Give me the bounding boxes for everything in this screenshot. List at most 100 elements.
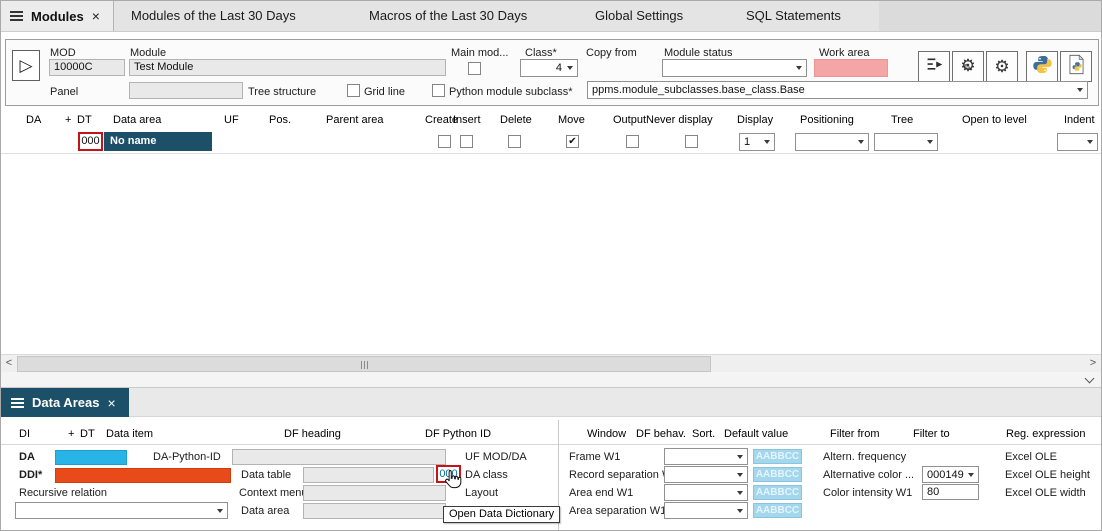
- alternative-color-dropdown[interactable]: 000149: [922, 466, 979, 483]
- col-df-behav: DF behav.: [636, 428, 686, 440]
- tab-bar: Modules × Modules of the Last 30 Days Ma…: [1, 1, 1101, 32]
- row-dt-cell[interactable]: 000: [78, 132, 103, 151]
- alternative-color-label: Alternative color ...: [823, 469, 914, 481]
- gear-icon: ⚙: [994, 58, 1009, 75]
- uf-mod-da-label: UF MOD/DA: [465, 451, 527, 463]
- frame-w1-dropdown[interactable]: [664, 448, 748, 465]
- ddi-color-field[interactable]: [55, 468, 231, 483]
- da-python-id-field[interactable]: [232, 449, 446, 465]
- col-sort: Sort.: [692, 428, 715, 440]
- col-df-python-id: DF Python ID: [425, 428, 491, 440]
- play-icon: ▷: [19, 56, 32, 75]
- insert-checkbox[interactable]: [460, 135, 473, 148]
- customize-button[interactable]: ⚙ ✎: [952, 51, 984, 82]
- module-label: Module: [130, 47, 166, 59]
- data-area-label: Data area: [241, 505, 289, 517]
- excel-ole-width-label: Excel OLE width: [1005, 487, 1086, 499]
- header-separator: [1, 444, 1101, 445]
- col-uf: UF: [224, 114, 239, 126]
- workflow-icon: [925, 55, 944, 79]
- excel-ole-label: Excel OLE: [1005, 451, 1057, 463]
- tab-modules[interactable]: Modules ×: [1, 1, 114, 31]
- module-name-field[interactable]: Test Module: [129, 59, 446, 76]
- add-di-button[interactable]: +: [68, 428, 74, 440]
- display-dropdown[interactable]: 1: [739, 133, 775, 151]
- mod-field[interactable]: 10000C: [49, 59, 125, 76]
- output-checkbox[interactable]: [626, 135, 639, 148]
- scroll-right-icon[interactable]: >: [1085, 355, 1101, 372]
- tab-modules-last-30-days[interactable]: Modules of the Last 30 Days: [131, 1, 296, 31]
- create-checkbox[interactable]: [438, 135, 451, 148]
- col-insert: Insert: [453, 114, 481, 126]
- delete-checkbox[interactable]: [508, 135, 521, 148]
- tree-dropdown[interactable]: [874, 133, 938, 151]
- recursive-relation-dropdown[interactable]: [15, 502, 228, 519]
- positioning-dropdown[interactable]: [795, 133, 869, 151]
- main-module-label: Main mod...: [451, 47, 508, 59]
- area-separation-color-swatch[interactable]: AABBCC: [753, 503, 802, 518]
- col-window: Window: [587, 428, 626, 440]
- data-table-field[interactable]: [303, 467, 434, 483]
- indent-dropdown[interactable]: [1057, 133, 1098, 151]
- module-status-dropdown[interactable]: [662, 59, 807, 77]
- col-indent: Indent: [1064, 114, 1095, 126]
- menu-icon[interactable]: [10, 11, 23, 21]
- tab-global-settings[interactable]: Global Settings: [595, 1, 683, 31]
- area-end-color-swatch[interactable]: AABBCC: [753, 485, 802, 500]
- python-file-icon: [1066, 54, 1087, 80]
- work-area-field[interactable]: [814, 59, 888, 77]
- module-status-label: Module status: [664, 47, 732, 59]
- color-intensity-field[interactable]: 80: [922, 484, 979, 500]
- col-filter-from: Filter from: [830, 428, 880, 440]
- python-subclass-checkbox[interactable]: [432, 84, 445, 97]
- col-tree: Tree: [891, 114, 913, 126]
- settings-button[interactable]: ⚙: [986, 51, 1018, 82]
- run-module-button[interactable]: ▷: [12, 50, 40, 81]
- record-separation-label: Record separation W1: [569, 469, 678, 481]
- main-module-checkbox[interactable]: [468, 62, 481, 75]
- frame-color-swatch[interactable]: AABBCC: [753, 449, 802, 464]
- col-default-value: Default value: [724, 428, 788, 440]
- python-subclass-button[interactable]: [1060, 51, 1092, 82]
- data-areas-header-bar: Data Areas ×: [1, 387, 1101, 417]
- context-menu-field[interactable]: [303, 485, 446, 501]
- run-sequence-button[interactable]: [918, 51, 950, 82]
- data-area-field[interactable]: [303, 503, 446, 519]
- record-separation-dropdown[interactable]: [664, 466, 748, 483]
- python-icon: [1032, 54, 1053, 80]
- panel-field[interactable]: [129, 82, 243, 99]
- copy-from-label: Copy from: [586, 47, 637, 59]
- python-subclass-dropdown[interactable]: ppms.module_subclasses.base_class.Base: [587, 81, 1088, 99]
- tab-modules-label: Modules: [31, 9, 84, 24]
- close-icon[interactable]: ×: [92, 9, 100, 23]
- col-data-item: Data item: [106, 428, 153, 440]
- never-display-checkbox[interactable]: [685, 135, 698, 148]
- python-macro-button[interactable]: [1026, 51, 1058, 82]
- col-open-to-level: Open to level: [962, 114, 1027, 126]
- scrollbar-grip: [361, 361, 368, 369]
- record-separation-color-swatch[interactable]: AABBCC: [753, 467, 802, 482]
- add-dt-button[interactable]: +: [65, 114, 71, 126]
- scrollbar-thumb[interactable]: [17, 356, 711, 372]
- data-table-label: Data table: [241, 469, 291, 481]
- module-form-panel: ▷ MOD 10000C Module Test Module Main mod…: [5, 39, 1099, 106]
- col-never-display: Never display: [646, 114, 713, 126]
- close-icon[interactable]: ×: [107, 396, 115, 410]
- area-separation-label: Area separation W1: [569, 505, 666, 517]
- col-di-dt: DT: [80, 428, 95, 440]
- area-end-dropdown[interactable]: [664, 484, 748, 501]
- horizontal-scrollbar[interactable]: < >: [1, 354, 1101, 372]
- tabbar-spacer: [879, 1, 1101, 31]
- tab-macros-last-30-days[interactable]: Macros of the Last 30 Days: [369, 1, 527, 31]
- scroll-left-icon[interactable]: <: [1, 355, 17, 372]
- row-data-area-cell[interactable]: No name: [104, 132, 212, 151]
- move-checkbox[interactable]: ✔: [566, 135, 579, 148]
- altern-frequency-label: Altern. frequency: [823, 451, 906, 463]
- tab-sql-statements[interactable]: SQL Statements: [746, 1, 841, 31]
- menu-icon[interactable]: [11, 398, 24, 408]
- area-separation-dropdown[interactable]: [664, 502, 748, 519]
- grid-line-checkbox[interactable]: [347, 84, 360, 97]
- tab-data-areas[interactable]: Data Areas ×: [1, 388, 129, 417]
- class-dropdown[interactable]: 4: [520, 59, 578, 77]
- da-color-field[interactable]: [55, 450, 127, 465]
